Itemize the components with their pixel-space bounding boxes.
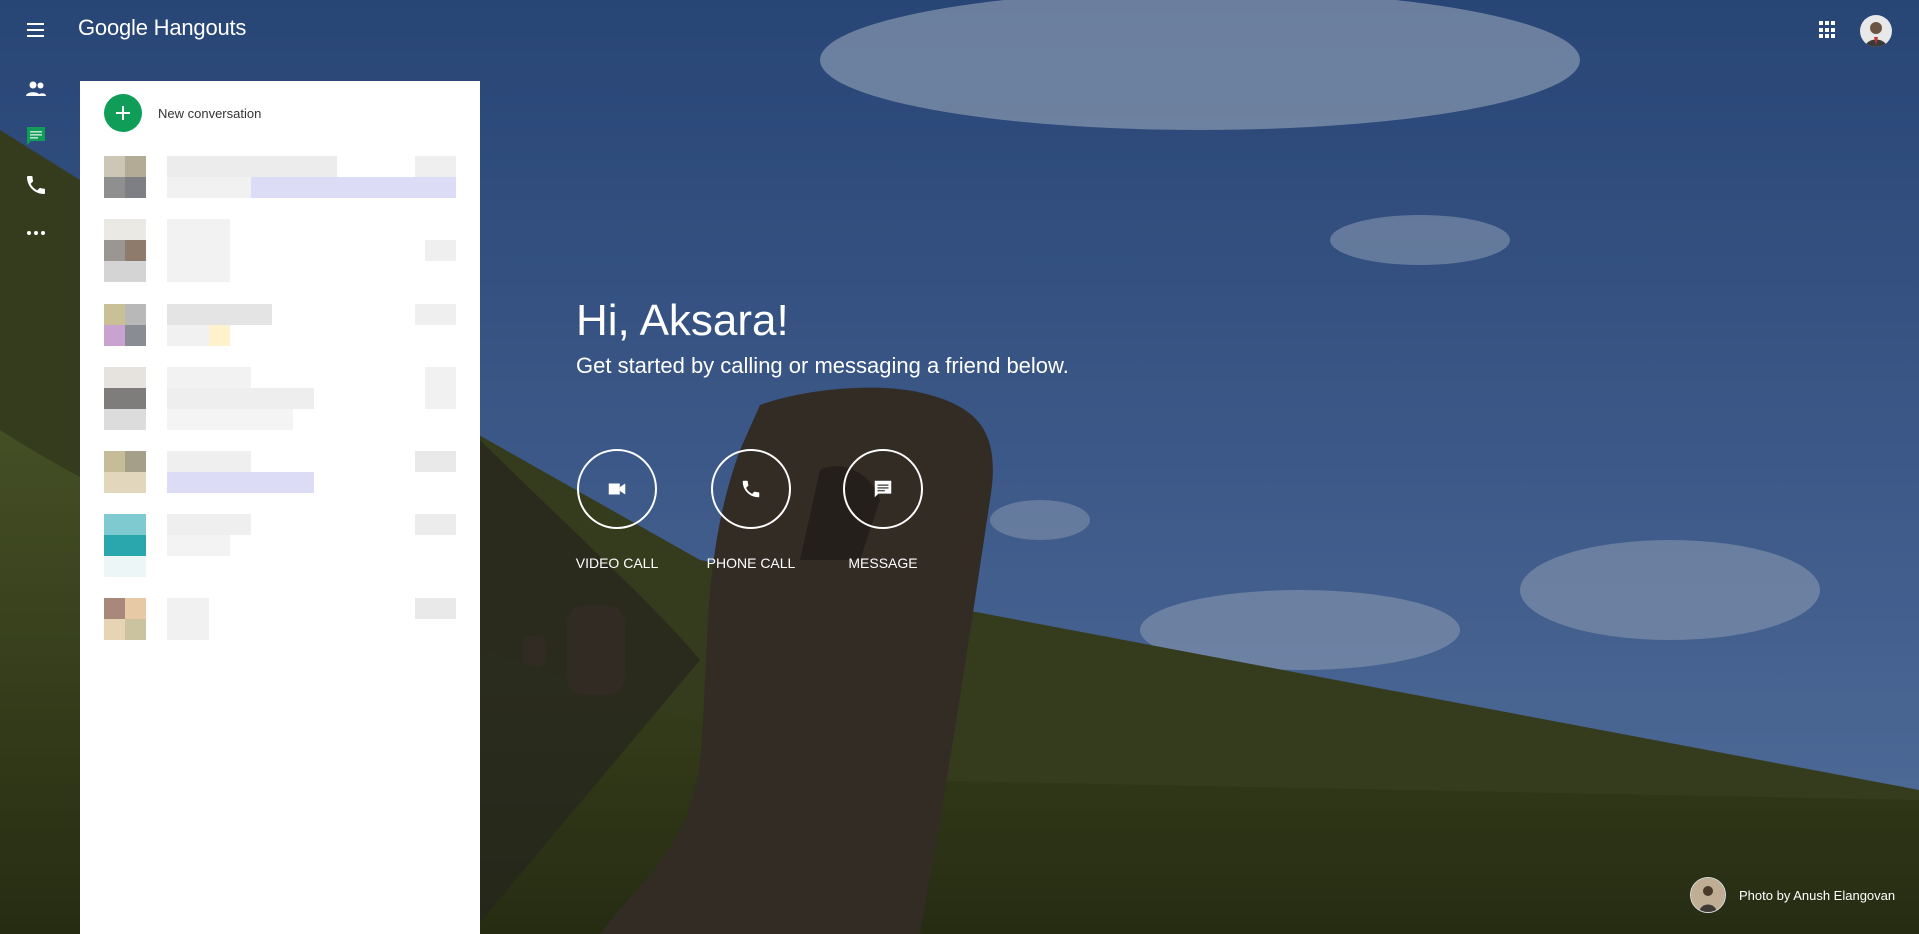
conversation-item[interactable] bbox=[104, 219, 456, 282]
new-conversation-label: New conversation bbox=[158, 105, 262, 121]
video-call-button[interactable]: VIDEO CALL bbox=[562, 449, 672, 571]
add-icon bbox=[104, 94, 142, 132]
photo-credit-text: Photo by Anush Elangovan bbox=[1739, 887, 1896, 903]
account-avatar[interactable] bbox=[1860, 15, 1892, 47]
message-icon bbox=[874, 480, 892, 498]
more-icon[interactable] bbox=[24, 221, 48, 245]
message-button[interactable]: MESSAGE bbox=[828, 449, 938, 571]
photographer-avatar bbox=[1690, 877, 1726, 913]
photo-credit[interactable]: Photo by Anush Elangovan bbox=[1690, 877, 1895, 913]
conversation-item[interactable] bbox=[104, 367, 456, 430]
phone-icon bbox=[742, 480, 760, 498]
phone-icon[interactable] bbox=[24, 173, 48, 197]
greeting-subtitle: Get started by calling or messaging a fr… bbox=[576, 353, 1069, 378]
video-call-label: VIDEO CALL bbox=[575, 555, 659, 571]
conversation-item[interactable] bbox=[104, 451, 456, 493]
apps-grid-icon[interactable] bbox=[1819, 21, 1837, 39]
app-logo: Google Hangouts bbox=[78, 15, 247, 40]
greeting-heading: Hi, Aksara! bbox=[576, 296, 789, 345]
conversation-item[interactable] bbox=[104, 304, 456, 346]
conversation-item[interactable] bbox=[104, 598, 456, 640]
conversation-list-panel: New conversation bbox=[80, 81, 480, 934]
welcome-section: Hi, Aksara! Get started by calling or me… bbox=[576, 295, 1069, 379]
new-conversation-button[interactable]: New conversation bbox=[104, 94, 261, 132]
conversation-item[interactable] bbox=[104, 514, 456, 577]
videocam-icon bbox=[608, 483, 626, 495]
main-menu-button[interactable] bbox=[24, 20, 48, 40]
phone-call-button[interactable]: PHONE CALL bbox=[696, 449, 806, 571]
message-label: MESSAGE bbox=[848, 555, 918, 571]
conversation-item[interactable] bbox=[104, 156, 456, 198]
chat-icon[interactable] bbox=[24, 124, 48, 148]
phone-call-label: PHONE CALL bbox=[706, 555, 796, 571]
people-icon[interactable] bbox=[24, 77, 48, 101]
